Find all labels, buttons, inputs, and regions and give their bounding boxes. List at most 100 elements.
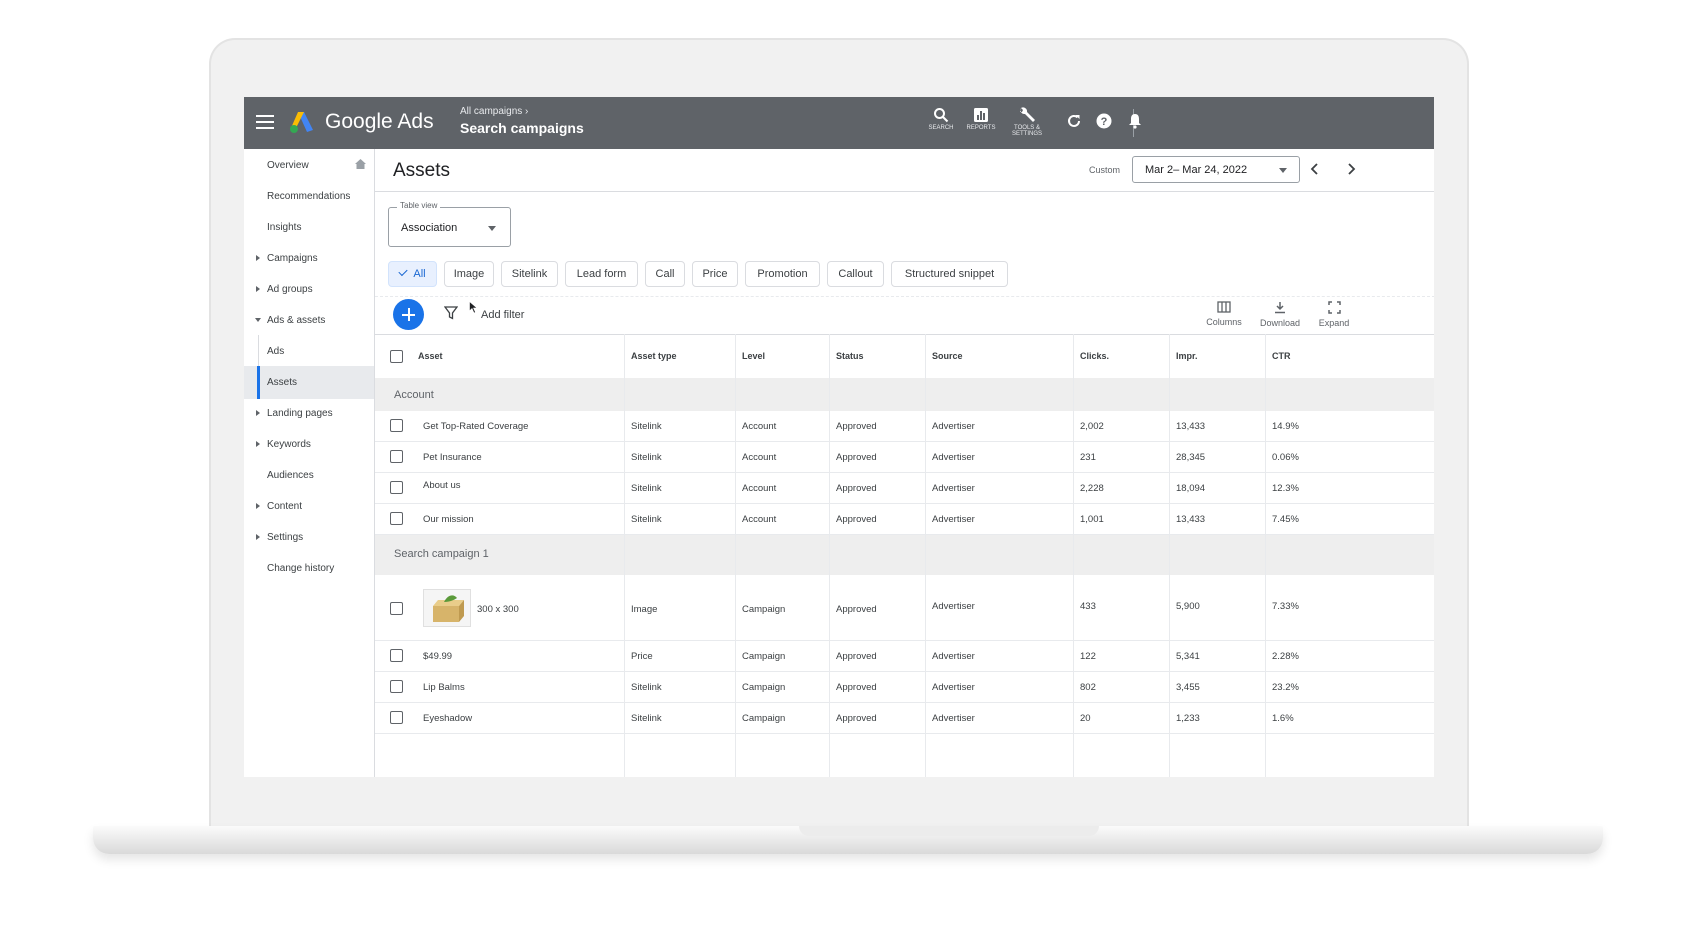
chip-image[interactable]: Image — [444, 261, 494, 287]
chip-price[interactable]: Price — [692, 261, 738, 287]
sidebar-item-label: Change history — [267, 563, 335, 574]
cell-asset[interactable]: Our mission — [423, 514, 474, 525]
sidebar-item-audiences[interactable]: Audiences — [244, 459, 374, 492]
row-checkbox[interactable] — [390, 450, 403, 463]
cell-asset[interactable]: About us — [423, 480, 461, 491]
sidebar-item-settings[interactable]: Settings — [244, 521, 374, 554]
wrench-icon — [1020, 107, 1035, 122]
tools-settings-tool[interactable]: TOOLS & SETTINGS — [1007, 107, 1047, 137]
main-content: Assets Custom Mar 2– Mar 24, 2022 Table … — [374, 149, 1434, 777]
sidebar-item-label: Settings — [267, 532, 304, 543]
cell-status: Approved — [836, 682, 877, 693]
row-checkbox[interactable] — [390, 711, 403, 724]
add-asset-button[interactable] — [393, 299, 424, 330]
breadcrumb-current[interactable]: Search campaigns — [460, 120, 584, 136]
cell-asset-type: Price — [631, 651, 653, 662]
sidebar-item-ads-assets[interactable]: Ads & assets — [244, 304, 374, 337]
cell-impressions: 5,341 — [1176, 651, 1200, 662]
table-row[interactable]: Eyeshadow Sitelink Campaign Approved Adv… — [375, 703, 1434, 734]
cell-impressions: 13,433 — [1176, 421, 1206, 432]
sidebar-item-campaigns[interactable]: Campaigns — [244, 242, 374, 275]
row-checkbox[interactable] — [390, 481, 403, 494]
chevron-right-icon[interactable] — [1344, 162, 1358, 176]
refresh-icon[interactable] — [1066, 113, 1082, 129]
column-header-ctr[interactable]: CTR — [1272, 351, 1291, 361]
date-range-picker[interactable]: Mar 2– Mar 24, 2022 — [1132, 156, 1300, 183]
table-row[interactable]: Lip Balms Sitelink Campaign Approved Adv… — [375, 672, 1434, 703]
chip-sitelink[interactable]: Sitelink — [501, 261, 558, 287]
breadcrumb-parent[interactable]: All campaigns — [460, 106, 522, 117]
sidebar-item-overview[interactable]: Overview — [244, 149, 374, 182]
cell-asset[interactable]: 300 x 300 — [477, 604, 519, 615]
cell-level: Campaign — [742, 713, 786, 724]
table-row[interactable]: Get Top-Rated Coverage Sitelink Account … — [375, 411, 1434, 442]
cell-ctr: 1.6% — [1272, 713, 1294, 724]
column-header-asset-type[interactable]: Asset type — [631, 351, 677, 361]
menu-icon[interactable] — [256, 115, 274, 129]
select-all-checkbox[interactable] — [390, 350, 403, 363]
table-row[interactable]: 300 x 300 Image Campaign Approved Advert… — [375, 575, 1434, 641]
help-icon[interactable]: ? — [1096, 113, 1112, 129]
download-label: Download — [1259, 318, 1301, 328]
reports-icon — [974, 108, 988, 122]
filter-icon[interactable] — [444, 306, 458, 320]
row-checkbox[interactable] — [390, 602, 403, 615]
group-label: Search campaign 1 — [394, 548, 489, 560]
table-row[interactable]: Pet Insurance Sitelink Account Approved … — [375, 442, 1434, 473]
sidebar-item-change-history[interactable]: Change history — [244, 552, 374, 585]
sidebar-item-label: Audiences — [267, 470, 314, 481]
cell-asset[interactable]: Eyeshadow — [423, 713, 472, 724]
cell-ctr: 7.33% — [1272, 601, 1299, 612]
asset-image-thumbnail[interactable] — [423, 589, 471, 627]
column-header-status[interactable]: Status — [836, 351, 864, 361]
cell-asset[interactable]: Get Top-Rated Coverage — [423, 421, 528, 432]
expand-caret-icon — [256, 410, 260, 416]
column-header-source[interactable]: Source — [932, 351, 963, 361]
download-button[interactable]: Download — [1255, 301, 1305, 328]
chevron-left-icon[interactable] — [1308, 162, 1322, 176]
column-header-asset[interactable]: Asset — [418, 351, 443, 361]
row-checkbox[interactable] — [390, 512, 403, 525]
sidebar-item-content[interactable]: Content — [244, 490, 374, 523]
breadcrumb[interactable]: All campaigns › — [460, 106, 528, 117]
row-checkbox[interactable] — [390, 680, 403, 693]
chip-promotion[interactable]: Promotion — [745, 261, 820, 287]
cell-asset[interactable]: Pet Insurance — [423, 452, 482, 463]
sidebar-item-ads[interactable]: Ads — [244, 335, 374, 368]
sidebar-item-label: Landing pages — [267, 408, 333, 419]
columns-button[interactable]: Columns — [1199, 301, 1249, 327]
cell-asset[interactable]: $49.99 — [423, 651, 452, 662]
cell-asset[interactable]: Lip Balms — [423, 682, 465, 693]
row-checkbox[interactable] — [390, 419, 403, 432]
sidebar-item-label: Ads — [267, 346, 285, 357]
table-view-select[interactable]: Table view Association — [388, 201, 511, 247]
laptop-mockup: Google Ads All campaigns › Search campai… — [0, 0, 1686, 926]
chip-lead-form[interactable]: Lead form — [565, 261, 638, 287]
expand-button[interactable]: Expand — [1309, 301, 1359, 328]
sidebar-item-label: Ad groups — [267, 284, 313, 295]
sidebar-item-ad-groups[interactable]: Ad groups — [244, 273, 374, 306]
table-row[interactable]: Our mission Sitelink Account Approved Ad… — [375, 504, 1434, 535]
column-header-impressions[interactable]: Impr. — [1176, 351, 1198, 361]
column-header-clicks[interactable]: Clicks. — [1080, 351, 1109, 361]
sidebar-item-recommendations[interactable]: Recommendations — [244, 180, 374, 213]
chip-all[interactable]: All — [388, 261, 437, 287]
notifications-bell-icon[interactable] — [1128, 113, 1142, 129]
table-row[interactable]: About us Sitelink Account Approved Adver… — [375, 473, 1434, 504]
reports-tool[interactable]: REPORTS — [961, 107, 1001, 131]
chip-call[interactable]: Call — [645, 261, 685, 287]
column-header-level[interactable]: Level — [742, 351, 765, 361]
chip-structured-snippet[interactable]: Structured snippet — [891, 261, 1008, 287]
chip-callout[interactable]: Callout — [827, 261, 884, 287]
cell-clicks: 2,002 — [1080, 421, 1104, 432]
sidebar-item-landing-pages[interactable]: Landing pages — [244, 397, 374, 430]
row-checkbox[interactable] — [390, 649, 403, 662]
cell-status: Approved — [836, 421, 877, 432]
search-tool[interactable]: SEARCH — [921, 107, 961, 131]
sidebar-item-keywords[interactable]: Keywords — [244, 428, 374, 461]
table-row[interactable]: $49.99 Price Campaign Approved Advertise… — [375, 641, 1434, 672]
sidebar-item-assets[interactable]: Assets — [244, 366, 374, 399]
add-filter-button[interactable]: Add filter — [481, 309, 524, 321]
cell-ctr: 7.45% — [1272, 514, 1299, 525]
sidebar-item-insights[interactable]: Insights — [244, 211, 374, 244]
